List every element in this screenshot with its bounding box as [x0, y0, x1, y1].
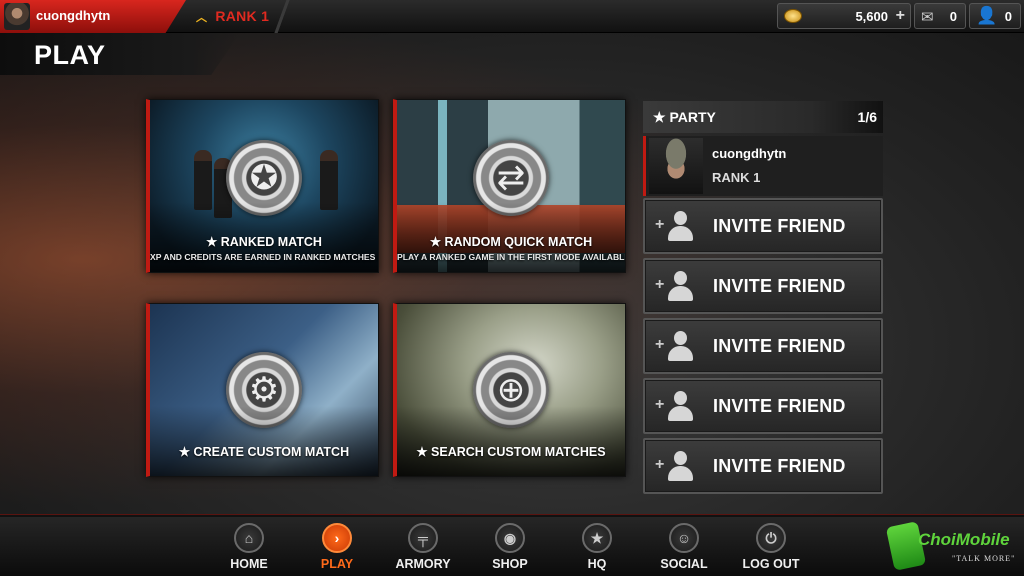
party-member[interactable]: cuongdhytn RANK 1 — [643, 136, 883, 196]
party-title: ★ PARTY — [653, 109, 716, 125]
party-count: 1/6 — [857, 109, 877, 125]
friend-requests-count: 0 — [1004, 9, 1012, 24]
plus-icon: + — [655, 456, 665, 473]
plus-icon: + — [655, 216, 665, 233]
nav-label: ARMORY — [395, 557, 451, 571]
username: cuongdhytn — [36, 8, 111, 23]
nav-label: SHOP — [492, 557, 528, 571]
user-profile-chip[interactable]: cuongdhytn — [0, 0, 186, 33]
nav-label: PLAY — [320, 557, 354, 571]
rank-display: ︿ RANK 1 — [196, 8, 269, 25]
nav-play[interactable]: › PLAY — [302, 523, 372, 575]
create-custom-match-tile[interactable]: ⚙ ★ CREATE CUSTOM MATCH — [146, 303, 379, 477]
invite-friend-button[interactable]: + INVITE FRIEND — [643, 198, 883, 254]
member-name: cuongdhytn — [712, 146, 787, 161]
page-title: PLAY — [34, 40, 106, 70]
tile-title: ★ RANDOM QUICK MATCH — [429, 235, 593, 249]
credits-display: 5,600 + — [777, 3, 911, 29]
invite-friend-button[interactable]: + INVITE FRIEND — [643, 258, 883, 314]
mail-count: 0 — [949, 9, 957, 24]
nav-hq[interactable]: ★ HQ — [562, 523, 632, 575]
invite-friend-button[interactable]: + INVITE FRIEND — [643, 378, 883, 434]
rank-chevron-icon: ︿ — [196, 12, 208, 24]
mail-button[interactable]: ✉ 0 — [914, 3, 966, 29]
home-icon: ⌂ — [234, 523, 264, 553]
nav-label: SOCIAL — [660, 557, 708, 571]
person-silhouette-icon — [667, 451, 693, 481]
shop-icon: ◉ — [495, 523, 525, 553]
nav-label: LOG OUT — [742, 557, 800, 571]
person-silhouette-icon — [667, 391, 693, 421]
invite-label: INVITE FRIEND — [713, 456, 846, 476]
watermark-tagline: "TALK MORE" — [952, 554, 1016, 563]
nav-home[interactable]: ⌂ HOME — [214, 523, 284, 575]
random-quick-match-tile[interactable]: ⇄ ★ RANDOM QUICK MATCH PLAY A RANKED GAM… — [393, 99, 626, 273]
friend-requests-button[interactable]: 👤 0 — [969, 3, 1021, 29]
nav-label: HQ — [587, 557, 607, 571]
soldier-figure — [194, 150, 212, 210]
tile-shade — [397, 406, 625, 476]
nav-log-out[interactable]: ⏻ LOG OUT — [736, 523, 806, 575]
watermark-logo: ChoiMobile "TALK MORE" — [885, 521, 1022, 574]
person-icon: 👤 — [976, 6, 998, 25]
person-silhouette-icon — [667, 211, 693, 241]
avatar — [4, 3, 30, 30]
coin-icon — [784, 9, 802, 23]
invite-friend-button[interactable]: + INVITE FRIEND — [643, 438, 883, 494]
invite-label: INVITE FRIEND — [713, 336, 846, 356]
nav-shop[interactable]: ◉ SHOP — [475, 523, 545, 575]
credits-value: 5,600 — [855, 9, 888, 24]
search-custom-matches-tile[interactable]: ⊕ ★ SEARCH CUSTOM MATCHES — [393, 303, 626, 477]
tile-title: ★ SEARCH CUSTOM MATCHES — [416, 445, 606, 459]
member-rank: RANK 1 — [712, 170, 761, 185]
plus-icon: + — [655, 276, 665, 293]
nav-armory[interactable]: ╤ ARMORY — [388, 523, 458, 575]
watermark-brand: ChoiMobile — [918, 530, 1010, 549]
power-icon: ⏻ — [756, 523, 786, 553]
plus-icon: + — [655, 396, 665, 413]
invite-label: INVITE FRIEND — [713, 216, 846, 236]
social-icon: ☺ — [669, 523, 699, 553]
soldier-figure — [320, 150, 338, 210]
invite-label: INVITE FRIEND — [713, 276, 846, 296]
person-silhouette-icon — [667, 331, 693, 361]
mail-icon: ✉ — [921, 9, 934, 26]
plus-icon: + — [655, 336, 665, 353]
rank-label: RANK 1 — [215, 8, 270, 24]
person-silhouette-icon — [667, 271, 693, 301]
tile-title: ★ RANKED MATCH — [206, 235, 322, 249]
invite-friend-button[interactable]: + INVITE FRIEND — [643, 318, 883, 374]
top-bar: cuongdhytn ︿ RANK 1 5,600 + ✉ 0 👤 0 — [0, 0, 1024, 33]
play-arrow-icon: › — [322, 523, 352, 553]
nav-social[interactable]: ☺ SOCIAL — [649, 523, 719, 575]
hq-star-icon: ★ — [582, 523, 612, 553]
tile-title: ★ CREATE CUSTOM MATCH — [178, 445, 350, 459]
divider — [270, 0, 294, 33]
pistol-icon: ╤ — [408, 523, 438, 553]
invite-label: INVITE FRIEND — [713, 396, 846, 416]
party-header: ★ PARTY 1/6 — [643, 101, 883, 133]
tile-subtitle: XP AND CREDITS ARE EARNED IN RANKED MATC… — [150, 252, 379, 262]
avatar — [649, 138, 703, 194]
add-credits-icon[interactable]: + — [896, 7, 905, 25]
tile-subtitle: PLAY A RANKED GAME IN THE FIRST MODE AVA… — [397, 252, 626, 262]
nav-label: HOME — [230, 557, 268, 571]
tile-shade — [150, 406, 378, 476]
ranked-match-tile[interactable]: ✪ ★ RANKED MATCH XP AND CREDITS ARE EARN… — [146, 99, 379, 273]
